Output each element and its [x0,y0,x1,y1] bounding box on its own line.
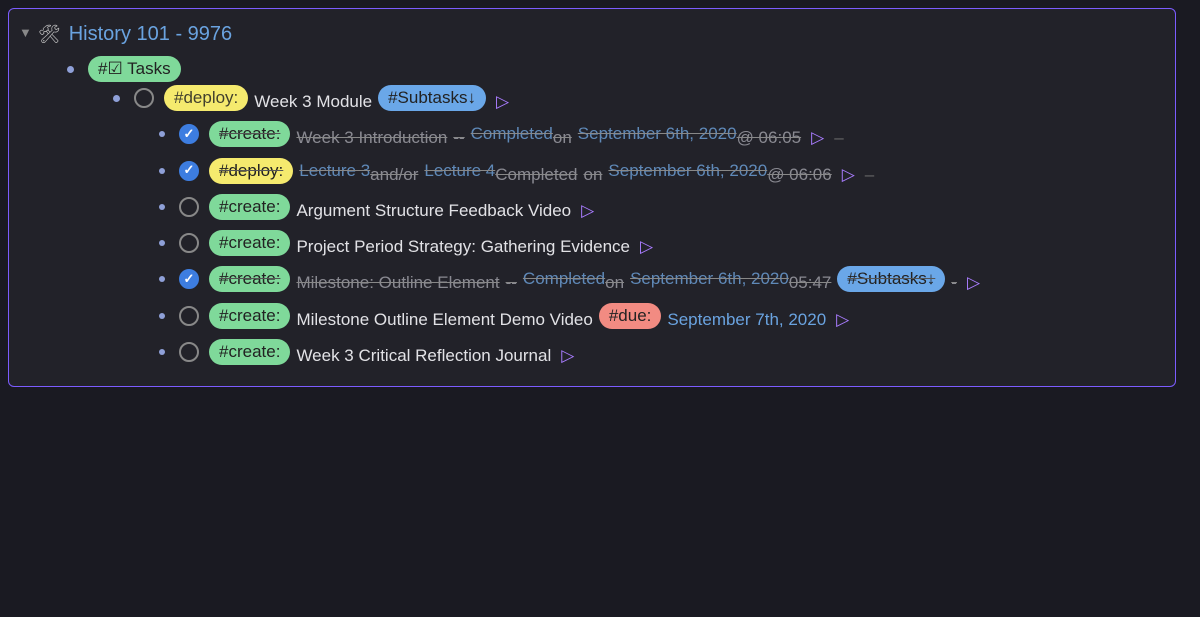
task-row: #create: Milestone Outline Element Demo … [159,300,1165,336]
run-icon[interactable]: ▷ [561,340,574,372]
completed-date[interactable]: September 6th, 2020 [578,118,737,150]
run-icon[interactable]: ▷ [811,122,824,154]
task-title[interactable]: Week 3 Critical Reflection Journal [296,340,551,372]
task-checkbox[interactable] [179,197,199,217]
task-checkbox[interactable] [179,269,199,289]
andor-label: and/or [370,159,418,191]
page-header-row: ▼ 🛠 History 101 - 9976 [19,15,1165,53]
bullet-icon[interactable] [159,204,165,210]
run-icon[interactable]: ▷ [842,159,855,191]
completed-label: Completed [495,159,577,191]
wrench-icon: 🛠 [38,17,61,51]
separator: -- [453,122,464,154]
run-icon[interactable]: ▷ [836,304,849,336]
tasks-tag-row: #☑ Tasks [67,53,1165,82]
lecture-link[interactable]: Lecture 3 [299,155,370,187]
lecture-link[interactable]: Lecture 4 [424,155,495,187]
due-tag[interactable]: #due: [599,303,662,329]
task-checkbox[interactable] [179,124,199,144]
task-checkbox[interactable] [179,342,199,362]
create-tag[interactable]: #create: [209,266,290,292]
create-tag[interactable]: #create: [209,194,290,220]
task-row: #create: Argument Structure Feedback Vid… [159,191,1165,227]
task-title[interactable]: Milestone Outline Element Demo Video [296,304,592,336]
page-title[interactable]: History 101 - 9976 [69,15,232,53]
deploy-tag[interactable]: #deploy: [209,158,293,184]
create-tag[interactable]: #create: [209,303,290,329]
task-row: #create: Project Period Strategy: Gather… [159,227,1165,263]
due-date[interactable]: September 7th, 2020 [667,304,826,336]
run-icon[interactable]: ▷ [640,231,653,263]
create-tag[interactable]: #create: [209,230,290,256]
task-title[interactable]: Week 3 Introduction [296,122,447,154]
completed-time: 05:47 [789,267,832,299]
task-checkbox[interactable] [179,161,199,181]
outline-container: ▼ 🛠 History 101 - 9976 #☑ Tasks #deploy:… [8,8,1176,387]
task-row: #create: Milestone: Outline Element -- C… [159,263,1165,299]
run-icon[interactable]: ▷ [967,267,980,299]
bullet-icon[interactable] [159,276,165,282]
create-tag[interactable]: #create: [209,121,290,147]
bullet-icon[interactable] [159,313,165,319]
task-row: #create: Week 3 Critical Reflection Jour… [159,336,1165,372]
task-checkbox[interactable] [179,233,199,253]
completed-link[interactable]: Completed [523,263,605,295]
task-title[interactable]: Argument Structure Feedback Video [296,195,571,227]
completed-date[interactable]: September 6th, 2020 [608,155,767,187]
completed-date[interactable]: September 6th, 2020 [630,263,789,295]
task-row-root: #deploy: Week 3 Module #Subtasks↓ ▷ [113,82,1165,118]
collapse-caret-icon[interactable]: ▼ [19,21,32,46]
run-icon[interactable]: ▷ [496,86,509,118]
task-title[interactable]: Week 3 Module [254,86,372,118]
subtasks-tag[interactable]: #Subtasks↓ [837,266,945,292]
dash: - [951,267,957,299]
tag-label: #☑ Tasks [98,57,171,81]
bullet-icon[interactable] [159,168,165,174]
subtasks-tag[interactable]: #Subtasks↓ [378,85,486,111]
completed-time: @ 06:06 [767,159,832,191]
on-label: on [605,267,624,299]
dash: – [865,159,874,191]
tasks-tag[interactable]: #☑ Tasks [88,56,181,82]
create-tag[interactable]: #create: [209,339,290,365]
task-title[interactable]: Project Period Strategy: Gathering Evide… [296,231,630,263]
task-row: #create: Week 3 Introduction -- Complete… [159,118,1165,154]
task-title[interactable]: Milestone: Outline Element [296,267,499,299]
completed-link[interactable]: Completed [471,118,553,150]
bullet-icon[interactable] [159,240,165,246]
task-checkbox[interactable] [179,306,199,326]
task-checkbox[interactable] [134,88,154,108]
on-label: on [553,122,572,154]
task-row: #deploy: Lecture 3 and/or Lecture 4 Comp… [159,155,1165,191]
dash: – [834,122,843,154]
completed-time: @ 06:05 [737,122,802,154]
bullet-icon[interactable] [159,349,165,355]
run-icon[interactable]: ▷ [581,195,594,227]
bullet-icon[interactable] [67,66,74,73]
separator: -- [506,267,517,299]
bullet-icon[interactable] [159,131,165,137]
bullet-icon[interactable] [113,95,120,102]
deploy-tag[interactable]: #deploy: [164,85,248,111]
on-label: on [583,159,602,191]
